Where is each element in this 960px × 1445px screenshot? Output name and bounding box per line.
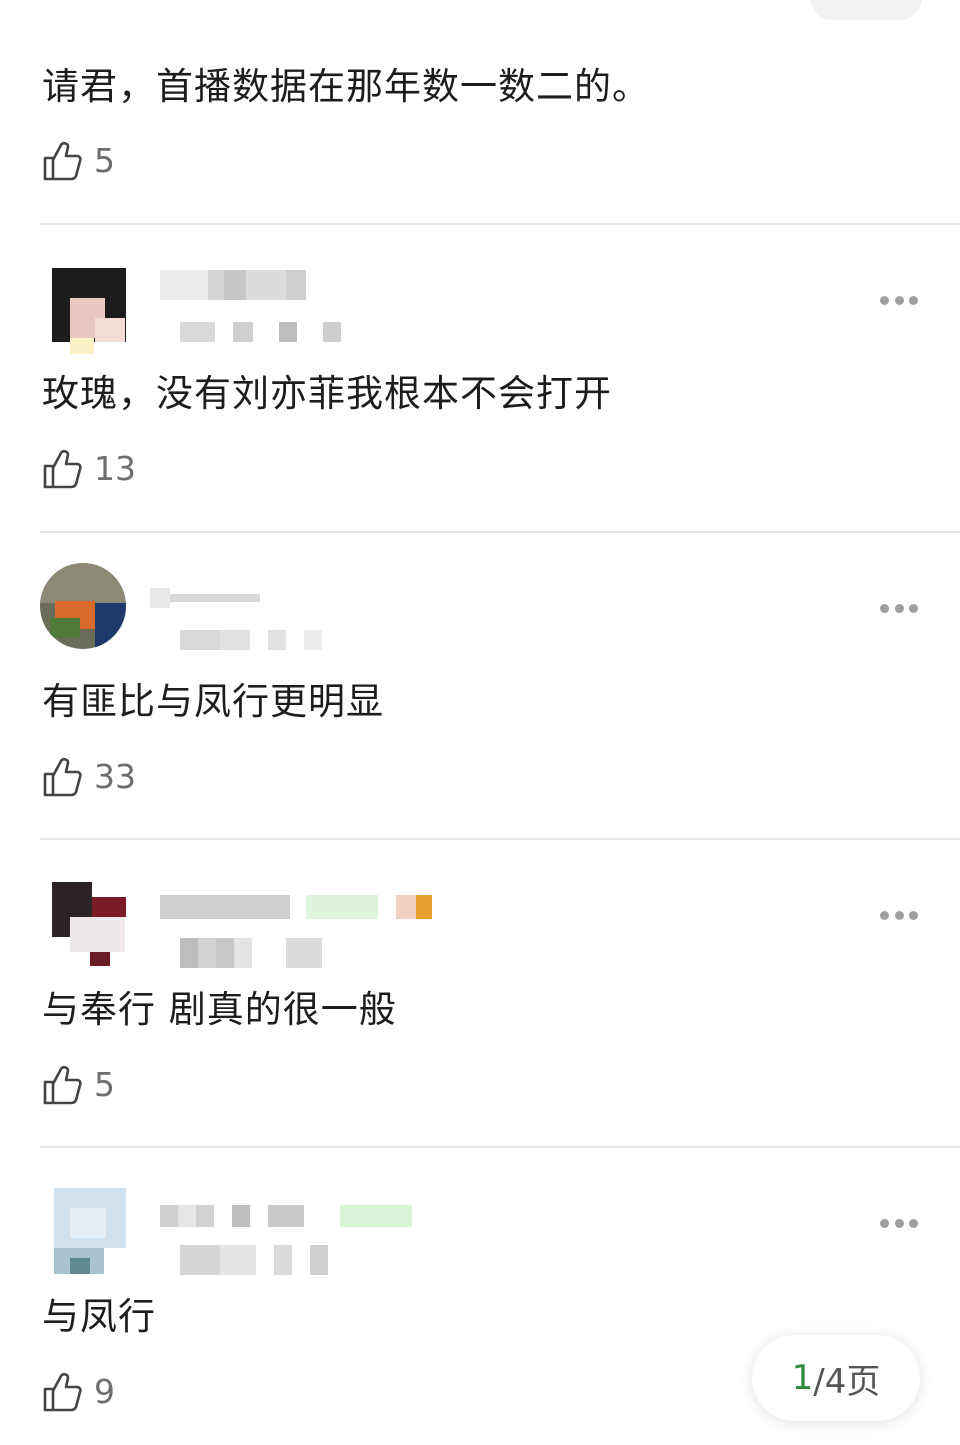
more-dots-icon — [880, 295, 889, 305]
top-pill-button[interactable] — [810, 0, 922, 20]
like-button[interactable]: 9 — [42, 1371, 115, 1413]
divider — [40, 1146, 960, 1148]
comment-text: 请君，首播数据在那年数一数二的。 — [42, 65, 650, 108]
like-count: 5 — [94, 1065, 115, 1104]
username-blurred[interactable] — [160, 1205, 412, 1227]
like-button[interactable]: 13 — [42, 448, 136, 490]
thumbs-up-icon — [43, 449, 82, 489]
more-dots-icon — [880, 910, 889, 920]
more-options-button[interactable] — [880, 1218, 918, 1228]
more-options-button[interactable] — [880, 603, 918, 613]
avatar[interactable] — [40, 563, 126, 649]
username-blurred[interactable] — [160, 270, 306, 300]
page-indicator-button[interactable]: 1/4页 — [752, 1335, 920, 1421]
more-dots-icon — [880, 603, 889, 613]
comment-text: 与奉行 剧真的很一般 — [42, 988, 397, 1031]
divider — [40, 223, 960, 225]
divider — [40, 838, 960, 840]
comment-page: 请君，首播数据在那年数一数二的。 5 玫瑰，没有刘亦菲我根本不会打开 13 有匪… — [0, 0, 960, 1445]
more-dots-icon — [880, 1218, 889, 1228]
like-button[interactable]: 33 — [42, 756, 136, 798]
like-count: 13 — [94, 449, 136, 488]
comment-text: 有匪比与凤行更明显 — [42, 680, 384, 723]
like-button[interactable]: 5 — [42, 1064, 115, 1106]
meta-blurred — [180, 630, 322, 650]
thumbs-up-icon — [43, 1065, 82, 1105]
meta-blurred — [180, 1245, 328, 1275]
like-count: 33 — [94, 757, 136, 796]
divider — [40, 531, 960, 533]
username-blurred[interactable] — [160, 895, 432, 919]
meta-blurred — [180, 938, 322, 968]
like-count: 9 — [94, 1372, 115, 1411]
page-total: /4页 — [813, 1361, 881, 1402]
username-blurred[interactable] — [150, 588, 260, 608]
more-options-button[interactable] — [880, 295, 918, 305]
avatar[interactable] — [40, 268, 126, 354]
more-options-button[interactable] — [880, 910, 918, 920]
meta-blurred — [180, 322, 341, 342]
page-current: 1 — [791, 1358, 814, 1398]
avatar[interactable] — [40, 1188, 126, 1274]
comment-text: 与凤行 — [42, 1295, 156, 1338]
thumbs-up-icon — [43, 757, 82, 797]
thumbs-up-icon — [43, 141, 82, 181]
avatar[interactable] — [40, 882, 126, 968]
comment-text: 玫瑰，没有刘亦菲我根本不会打开 — [42, 372, 612, 415]
like-button[interactable]: 5 — [42, 140, 115, 182]
thumbs-up-icon — [43, 1372, 82, 1412]
like-count: 5 — [94, 141, 115, 180]
